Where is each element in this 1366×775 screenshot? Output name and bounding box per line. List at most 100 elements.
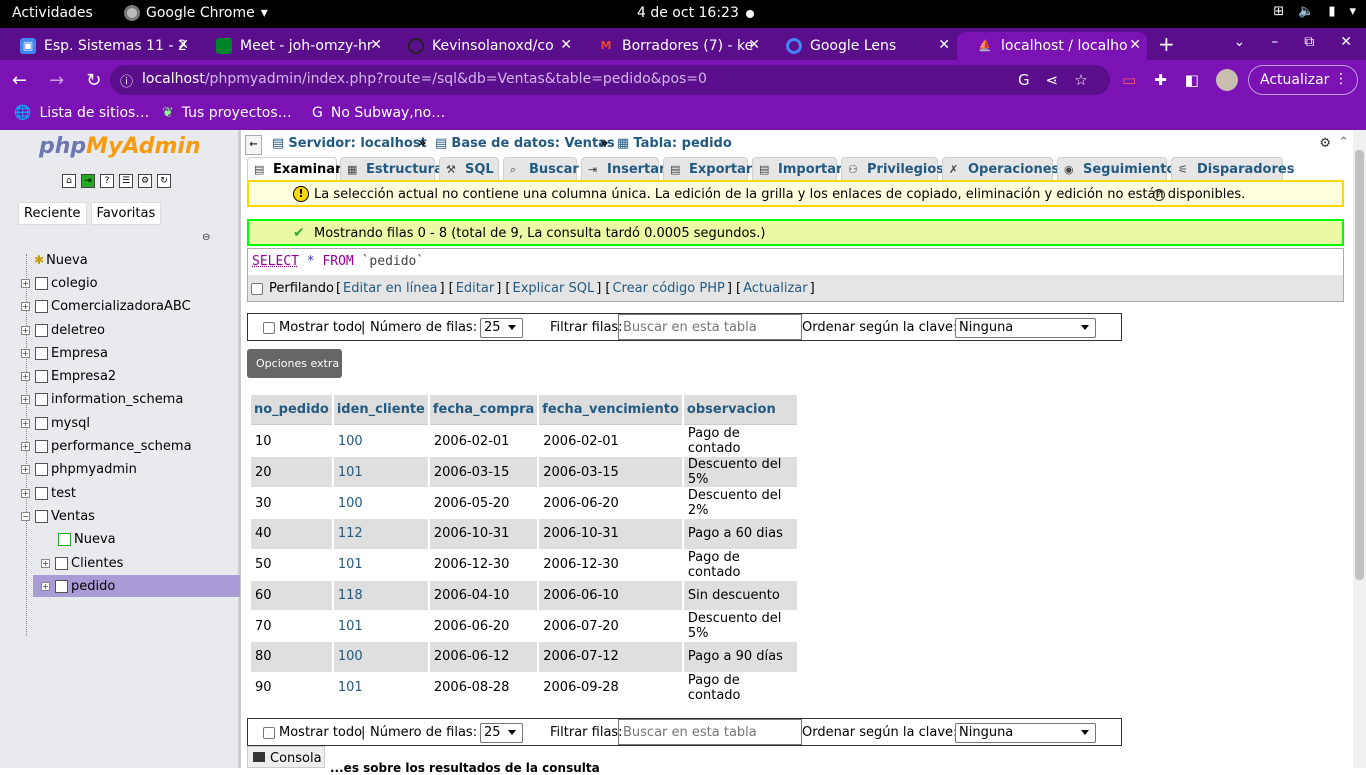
cell-link[interactable]: 101 bbox=[333, 671, 428, 703]
cell-link[interactable]: 101 bbox=[333, 548, 428, 580]
sort-select[interactable]: Ninguna bbox=[955, 723, 1096, 743]
tree-item-db[interactable]: + Empresa bbox=[21, 342, 108, 364]
show-all[interactable]: Mostrar todo bbox=[263, 320, 362, 335]
tree-item-db[interactable]: + colegio bbox=[21, 272, 98, 294]
expand-icon[interactable]: + bbox=[21, 394, 30, 404]
expand-icon[interactable]: + bbox=[41, 558, 50, 568]
expand-icon[interactable]: + bbox=[21, 348, 30, 358]
breadcrumb-table[interactable]: ▦ Tabla: pedido bbox=[617, 136, 732, 151]
settings-icon[interactable]: ⚙ bbox=[138, 174, 152, 188]
cell-link[interactable]: 100 bbox=[333, 487, 428, 518]
column-header[interactable]: no_pedido bbox=[251, 395, 332, 425]
collapse-up-icon[interactable]: ⌃ bbox=[1338, 135, 1349, 150]
expand-icon[interactable]: + bbox=[21, 464, 30, 474]
cell-link[interactable]: 118 bbox=[333, 579, 428, 611]
profiling-checkbox[interactable] bbox=[251, 282, 263, 295]
column-header[interactable]: fecha_compra bbox=[429, 395, 538, 425]
table-row[interactable]: 20 101 2006-03-15 2006-03-15 Descuento del 5… bbox=[251, 456, 797, 487]
new-tab-button[interactable]: + bbox=[1158, 32, 1175, 56]
maximize-icon[interactable]: ⧉ bbox=[1304, 34, 1314, 50]
explain-sql-link[interactable]: Explicar SQL bbox=[513, 281, 595, 296]
show-all-checkbox[interactable] bbox=[263, 726, 275, 739]
close-icon[interactable]: ✕ bbox=[1129, 37, 1141, 53]
expand-icon[interactable]: + bbox=[21, 301, 30, 311]
logout-icon[interactable]: ⇥ bbox=[81, 174, 95, 188]
edit-inline-link[interactable]: Editar en línea bbox=[343, 281, 437, 296]
tab-triggers[interactable]: ⚟ Disparadores bbox=[1171, 157, 1294, 181]
expand-icon[interactable]: + bbox=[41, 581, 50, 591]
share-icon[interactable]: ⋖ bbox=[1046, 71, 1059, 89]
tab-search[interactable]: ⌕ Buscar bbox=[503, 157, 579, 181]
collapse-all-icon[interactable]: ⊖ bbox=[202, 232, 210, 243]
expand-icon[interactable]: + bbox=[21, 325, 30, 335]
close-icon[interactable]: ✕ bbox=[370, 37, 382, 53]
tab-sql[interactable]: ⚒ SQL bbox=[439, 157, 499, 181]
tree-item-db-ventas[interactable]: − Ventas bbox=[21, 505, 95, 527]
tree-item-db[interactable]: + test bbox=[21, 482, 76, 504]
breadcrumb-server[interactable]: ▤ Servidor: localhost bbox=[272, 136, 427, 151]
address-bar[interactable]: ⓘ localhost/phpmyadmin/index.php?route=/… bbox=[110, 65, 1110, 95]
show-all-checkbox[interactable] bbox=[263, 321, 275, 334]
app-menu[interactable]: Google Chrome ▾ bbox=[124, 5, 268, 21]
breadcrumb-database[interactable]: ▤ Base de datos: Ventas bbox=[435, 136, 615, 151]
table-row[interactable]: 80 100 2006-06-12 2006-07-12 Pago a 90 días bbox=[251, 641, 797, 672]
tab-privileges[interactable]: ⚇ Privilegios bbox=[841, 157, 944, 181]
activities-button[interactable]: Actividades bbox=[12, 5, 93, 21]
tab-structure[interactable]: ▦ Estructura bbox=[340, 157, 443, 181]
rows-select[interactable]: 25 bbox=[480, 318, 523, 338]
browser-tab[interactable]: ▣ Esp. Sistemas 11 - 2 ✕ bbox=[0, 32, 195, 60]
bookmark-item[interactable]: ❦ Tus proyectos… bbox=[162, 105, 292, 121]
close-icon[interactable]: ✕ bbox=[1340, 34, 1352, 50]
table-row[interactable]: 10 100 2006-02-01 2006-02-01 Pago de contado bbox=[251, 425, 797, 456]
refresh-link[interactable]: Actualizar bbox=[743, 281, 807, 296]
rows-select[interactable]: 25 bbox=[480, 723, 523, 743]
column-header[interactable]: observacion bbox=[683, 395, 797, 425]
bookmark-item[interactable]: G No Subway,no… bbox=[312, 105, 445, 121]
filter-input[interactable]: Buscar en esta tabla bbox=[618, 314, 802, 340]
table-row[interactable]: 40 112 2006-10-31 2006-10-31 Pago a 60 dias bbox=[251, 518, 797, 549]
tree-item-table[interactable]: + Clientes bbox=[41, 552, 123, 574]
vertical-scrollbar[interactable] bbox=[1353, 130, 1366, 768]
tree-item-db[interactable]: + Empresa2 bbox=[21, 365, 116, 387]
browser-tab[interactable]: M Borradores (7) - ke ✕ bbox=[578, 32, 766, 60]
collapse-icon[interactable]: − bbox=[21, 511, 30, 521]
reload-icon[interactable]: ↻ bbox=[157, 174, 171, 188]
minimize-icon[interactable]: – bbox=[1271, 34, 1278, 50]
expand-icon[interactable]: + bbox=[21, 371, 30, 381]
profile-avatar[interactable] bbox=[1216, 69, 1238, 91]
reload-icon[interactable]: ↻ bbox=[86, 70, 101, 91]
console-button[interactable]: Consola bbox=[247, 746, 325, 768]
cell-link[interactable]: 112 bbox=[333, 518, 428, 549]
query-window-icon[interactable]: ? bbox=[100, 174, 114, 188]
close-icon[interactable]: ✕ bbox=[748, 37, 760, 53]
column-header[interactable]: fecha_vencimiento bbox=[539, 395, 682, 425]
back-icon[interactable]: ← bbox=[12, 70, 27, 91]
expand-icon[interactable]: + bbox=[21, 418, 30, 428]
tree-item-db[interactable]: + phpmyadmin bbox=[21, 458, 137, 480]
tab-tracking[interactable]: ◉ Seguimiento bbox=[1057, 157, 1175, 181]
extra-options-button[interactable]: Opciones extra bbox=[247, 349, 342, 378]
close-icon[interactable]: ✕ bbox=[177, 37, 189, 53]
edit-link[interactable]: Editar bbox=[456, 281, 495, 296]
table-row[interactable]: 50 101 2006-12-30 2006-12-30 Pago de contado bbox=[251, 548, 797, 580]
table-row[interactable]: 90 101 2006-08-28 2006-09-28 Pago de contado bbox=[251, 671, 797, 703]
show-all[interactable]: Mostrar todo bbox=[263, 725, 362, 740]
tree-item-db[interactable]: + ComercializadoraABC bbox=[21, 295, 191, 317]
column-header[interactable]: iden_cliente bbox=[333, 395, 428, 425]
forward-icon[interactable]: → bbox=[49, 70, 64, 91]
table-row[interactable]: 60 118 2006-04-10 2006-06-10 Sin descuento bbox=[251, 579, 797, 611]
extensions-puzzle-icon[interactable]: ✚ bbox=[1154, 71, 1167, 89]
phpmyadmin-logo[interactable]: phpMyAdmin bbox=[39, 134, 201, 159]
system-tray[interactable]: ⊞ 🔈 ▮ ▾ bbox=[1273, 4, 1356, 19]
tab-search-icon[interactable]: ⌄ bbox=[1234, 34, 1246, 50]
docs-icon[interactable]: ☰ bbox=[119, 174, 133, 188]
expand-icon[interactable]: + bbox=[21, 278, 30, 288]
home-icon[interactable]: ⌂ bbox=[62, 174, 76, 188]
browser-tab-active[interactable]: ⛵ localhost / localho ✕ bbox=[957, 32, 1147, 60]
close-icon[interactable]: ✕ bbox=[560, 37, 572, 53]
tab-export[interactable]: ▤ Exportar bbox=[663, 157, 752, 181]
tree-item-db[interactable]: + information_schema bbox=[21, 388, 183, 410]
cell-link[interactable]: 100 bbox=[333, 641, 428, 672]
site-info-icon[interactable]: ⓘ bbox=[120, 71, 133, 90]
expand-icon[interactable]: + bbox=[21, 488, 30, 498]
